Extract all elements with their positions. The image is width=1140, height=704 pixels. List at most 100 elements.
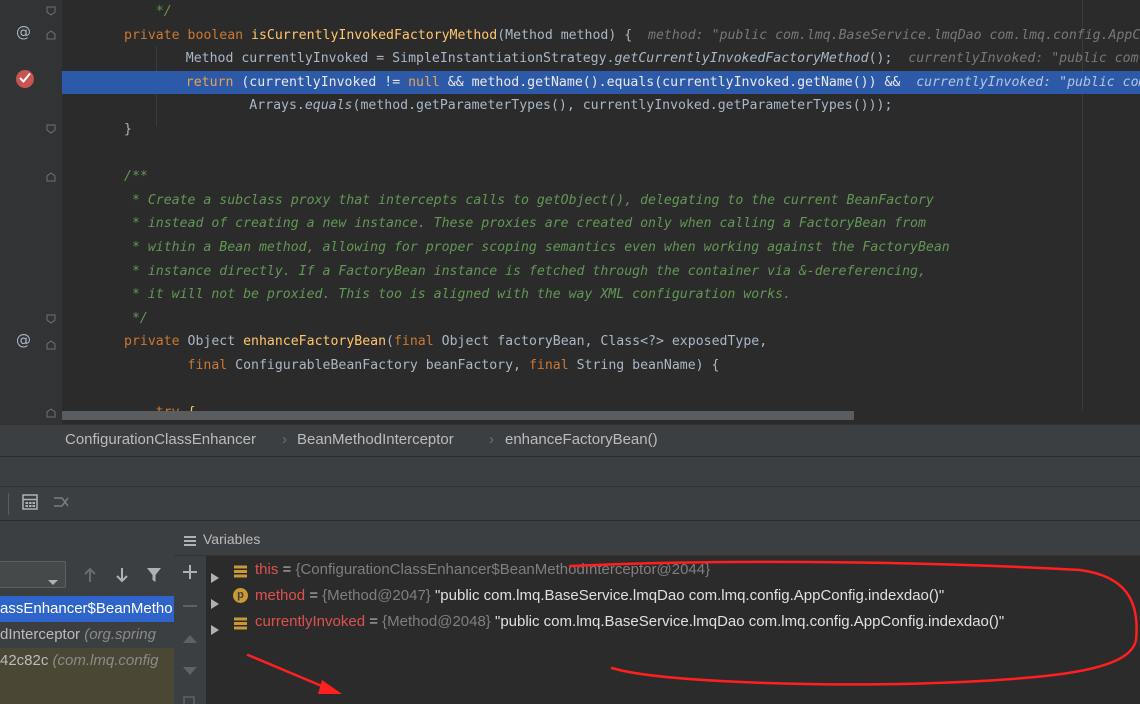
code-line[interactable]: */ — [62, 307, 1140, 330]
frame-name: 42c82c — [0, 652, 53, 669]
code-line[interactable]: * it will not be proxied. This too is al… — [62, 283, 1140, 306]
breakpoint-icon[interactable] — [16, 70, 34, 88]
code-token: (currentlyInvoked != — [241, 74, 409, 90]
variable-value: "public com.lmq.BaseService.lmqDao com.l… — [495, 613, 1005, 630]
variable-row-method[interactable]: p method = {Method@2047} "public com.lmq… — [206, 583, 1140, 609]
trace-stream-icon[interactable] — [53, 494, 71, 514]
code-token: equals — [304, 98, 353, 114]
code-token: enhanceFactoryBean — [243, 334, 387, 350]
inline-debug-value: method: "public com.lmq.BaseService.lmqD… — [648, 27, 1140, 43]
code-line[interactable]: private Object enhanceFactoryBean(final … — [62, 330, 1140, 353]
parameter-icon: p — [233, 588, 248, 603]
code-line[interactable]: /** — [62, 165, 1140, 188]
variables-header: Variables — [174, 520, 1140, 556]
move-down-icon[interactable] — [181, 662, 199, 681]
code-token: ConfigurableBeanFactory beanFactory, — [235, 358, 529, 373]
frame-item[interactable] — [0, 674, 174, 704]
code-token: /** — [124, 169, 148, 185]
move-up-icon[interactable] — [181, 630, 199, 649]
code-token: String beanName) { — [576, 358, 720, 373]
code-line[interactable] — [62, 378, 1140, 401]
previous-frame-arrow-icon[interactable] — [82, 567, 98, 587]
code-token: * it will not be proxied. This too is al… — [124, 287, 791, 303]
editor-gutter[interactable]: @ @ — [0, 0, 62, 424]
code-line[interactable]: */ — [62, 0, 1140, 23]
code-line[interactable]: private boolean isCurrentlyInvokedFactor… — [62, 24, 1140, 47]
variable-name: method — [255, 587, 306, 604]
add-watch-plus-icon[interactable] — [181, 563, 199, 585]
next-frame-arrow-icon[interactable] — [114, 567, 130, 587]
execution-point-line[interactable]: return (currentlyInvoked != null && meth… — [62, 70, 1140, 94]
code-line[interactable]: Method currentlyInvoked = SimpleInstanti… — [62, 47, 1140, 70]
frames-header — [0, 520, 174, 556]
code-editor[interactable]: @ @ */ private boolean isCurrentlyInvoked… — [0, 0, 1140, 424]
code-token: (Method method) { — [497, 27, 649, 43]
variables-tree[interactable]: this = {ConfigurationClassEnhancer$BeanM… — [206, 556, 1140, 704]
frame-package: (org.spring — [84, 626, 156, 643]
code-token: final — [187, 358, 236, 373]
code-line[interactable]: Arrays.equals(method.getParameterTypes()… — [62, 94, 1140, 117]
code-token: final — [393, 334, 442, 350]
code-line[interactable]: * within a Bean method, allowing for pro… — [62, 236, 1140, 259]
filter-icon[interactable] — [146, 567, 162, 587]
code-token: * within a Bean method, allowing for pro… — [124, 240, 950, 255]
frame-item[interactable]: dInterceptor (org.spring — [0, 622, 174, 648]
expand-arrow-icon[interactable] — [211, 618, 219, 644]
variable-value: "public com.lmq.BaseService.lmqDao com.l… — [434, 587, 945, 604]
code-token: final — [528, 358, 577, 373]
code-line[interactable]: * instead of creating a new instance. Th… — [62, 212, 1140, 235]
code-line[interactable]: * instance directly. If a FactoryBean in… — [62, 260, 1140, 283]
inline-debug-value: currentlyInvoked: "public com.l — [916, 74, 1140, 90]
toolbar-divider — [8, 493, 9, 515]
variable-row-this[interactable]: this = {ConfigurationClassEnhancer$BeanM… — [206, 557, 1140, 583]
code-line[interactable] — [62, 142, 1140, 165]
frame-item[interactable]: 42c82c (com.lmq.config — [0, 648, 174, 674]
code-line[interactable]: * Create a subclass proxy that intercept… — [62, 189, 1140, 212]
fold-end-icon[interactable] — [46, 6, 56, 16]
code-line[interactable]: } — [62, 118, 1140, 141]
fold-start-icon[interactable] — [46, 30, 56, 40]
variable-reference: {ConfigurationClassEnhancer$BeanMethodIn… — [295, 561, 711, 578]
remove-watch-minus-icon[interactable] — [181, 597, 199, 619]
code-token: ( — [386, 334, 394, 350]
horizontal-scrollbar[interactable] — [62, 411, 854, 420]
code-token: */ — [155, 4, 172, 19]
code-token: Arrays. — [154, 98, 305, 114]
breadcrumb-item-method[interactable]: enhanceFactoryBean() — [505, 431, 658, 448]
frame-item[interactable]: assEnhancer$BeanMetho — [0, 596, 174, 622]
code-token: isCurrentlyInvokedFactoryMethod — [251, 27, 498, 43]
variable-equals: = — [278, 561, 296, 578]
code-token: * instance directly. If a FactoryBean in… — [124, 263, 926, 279]
override-marker-icon[interactable]: @ — [16, 23, 31, 41]
debug-tool-window-header — [0, 456, 1140, 486]
thread-selector[interactable] — [0, 561, 66, 588]
frame-name: assEnhancer$BeanMetho — [0, 600, 173, 617]
code-token: } — [124, 122, 132, 137]
variable-equals: = — [365, 613, 383, 630]
code-area[interactable]: */ private boolean isCurrentlyInvokedFact… — [62, 0, 1140, 420]
code-token: getCurrentlyInvokedFactoryMethod — [614, 51, 869, 67]
override-marker-icon[interactable]: @ — [16, 331, 31, 349]
variable-row-currently-invoked[interactable]: currentlyInvoked = {Method@2048} "public… — [206, 609, 1140, 635]
breadcrumb-separator-icon: › — [282, 431, 287, 448]
code-token: (); — [868, 51, 909, 67]
fold-start-icon[interactable] — [46, 408, 56, 418]
frame-name: dInterceptor — [0, 626, 85, 643]
evaluate-expression-icon[interactable] — [22, 494, 38, 514]
code-line[interactable]: final ConfigurableBeanFactory beanFactor… — [62, 354, 1140, 377]
frames-list[interactable]: assEnhancer$BeanMetho dInterceptor (org.… — [0, 594, 174, 704]
fold-end-icon[interactable] — [46, 314, 56, 324]
variable-reference: {Method@2048} — [382, 613, 495, 630]
code-token: private boolean — [124, 27, 252, 43]
fold-start-icon[interactable] — [46, 172, 56, 182]
breadcrumb-item-class[interactable]: ConfigurationClassEnhancer — [65, 431, 256, 448]
fold-end-icon[interactable] — [46, 124, 56, 134]
fold-start-icon[interactable] — [46, 340, 56, 350]
code-token: Object — [187, 334, 244, 350]
chevron-down-icon — [47, 572, 59, 591]
breadcrumb-item-inner-class[interactable]: BeanMethodInterceptor — [297, 431, 454, 448]
copy-icon[interactable] — [181, 692, 199, 704]
